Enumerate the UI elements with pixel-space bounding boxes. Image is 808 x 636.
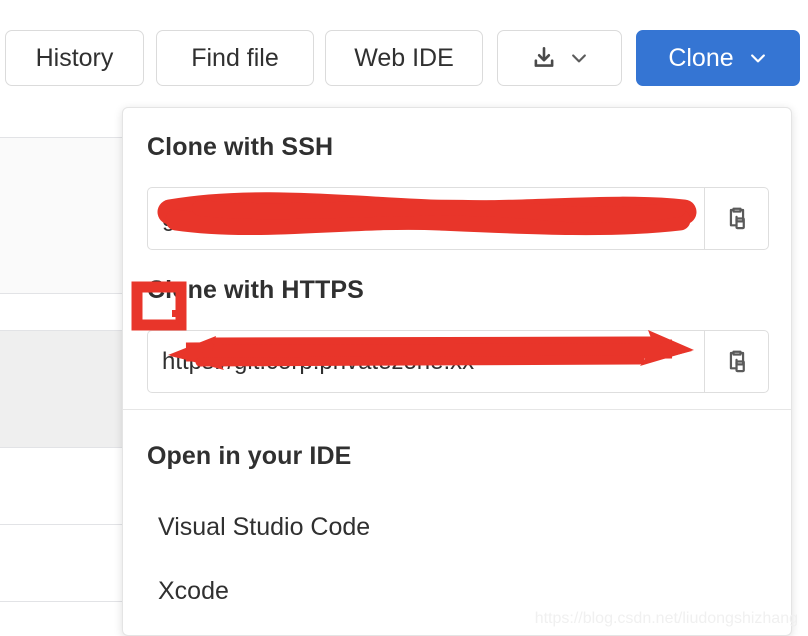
web-ide-button-label: Web IDE: [354, 43, 454, 72]
table-row: [0, 137, 139, 293]
download-source-button[interactable]: [497, 30, 622, 86]
clone-dropdown-panel: Clone with SSH git@ Clone with HTTPS htt…: [122, 107, 792, 636]
table-row: [0, 330, 139, 447]
ssh-clone-url-field[interactable]: git@: [147, 187, 769, 250]
copy-https-url-button[interactable]: [704, 330, 769, 393]
ide-item-visual-studio-code[interactable]: Visual Studio Code: [158, 513, 370, 542]
history-button[interactable]: History: [5, 30, 144, 86]
clone-button[interactable]: Clone: [636, 30, 800, 86]
https-clone-url-field[interactable]: https://git.corp.privatezone.xx: [147, 330, 769, 393]
ide-item-xcode[interactable]: Xcode: [158, 577, 229, 606]
https-clone-url-input[interactable]: https://git.corp.privatezone.xx: [147, 330, 704, 393]
history-button-label: History: [35, 43, 114, 72]
table-row: [0, 524, 139, 601]
table-row: [0, 447, 139, 524]
find-file-button[interactable]: Find file: [156, 30, 314, 86]
copy-to-clipboard-icon: [723, 205, 751, 233]
chevron-down-icon: [748, 48, 768, 68]
open-in-your-ide-heading: Open in your IDE: [147, 442, 352, 470]
clone-with-ssh-heading: Clone with SSH: [147, 133, 334, 161]
clone-with-https-heading: Clone with HTTPS: [147, 276, 364, 304]
ssh-clone-url-input[interactable]: git@: [147, 187, 704, 250]
clone-button-label: Clone: [668, 43, 734, 72]
ide-item-label: Xcode: [158, 577, 229, 605]
ide-item-label: Visual Studio Code: [158, 513, 371, 541]
chevron-down-icon: [569, 48, 589, 68]
panel-divider: [123, 409, 791, 410]
csdn-watermark: https://blog.csdn.net/liudongshizhang: [534, 610, 798, 627]
table-row: [0, 293, 139, 330]
copy-to-clipboard-icon: [723, 348, 751, 376]
table-row: [0, 601, 139, 636]
find-file-button-label: Find file: [191, 43, 279, 72]
download-icon: [531, 45, 557, 71]
copy-ssh-url-button[interactable]: [704, 187, 769, 250]
web-ide-button[interactable]: Web IDE: [325, 30, 483, 86]
